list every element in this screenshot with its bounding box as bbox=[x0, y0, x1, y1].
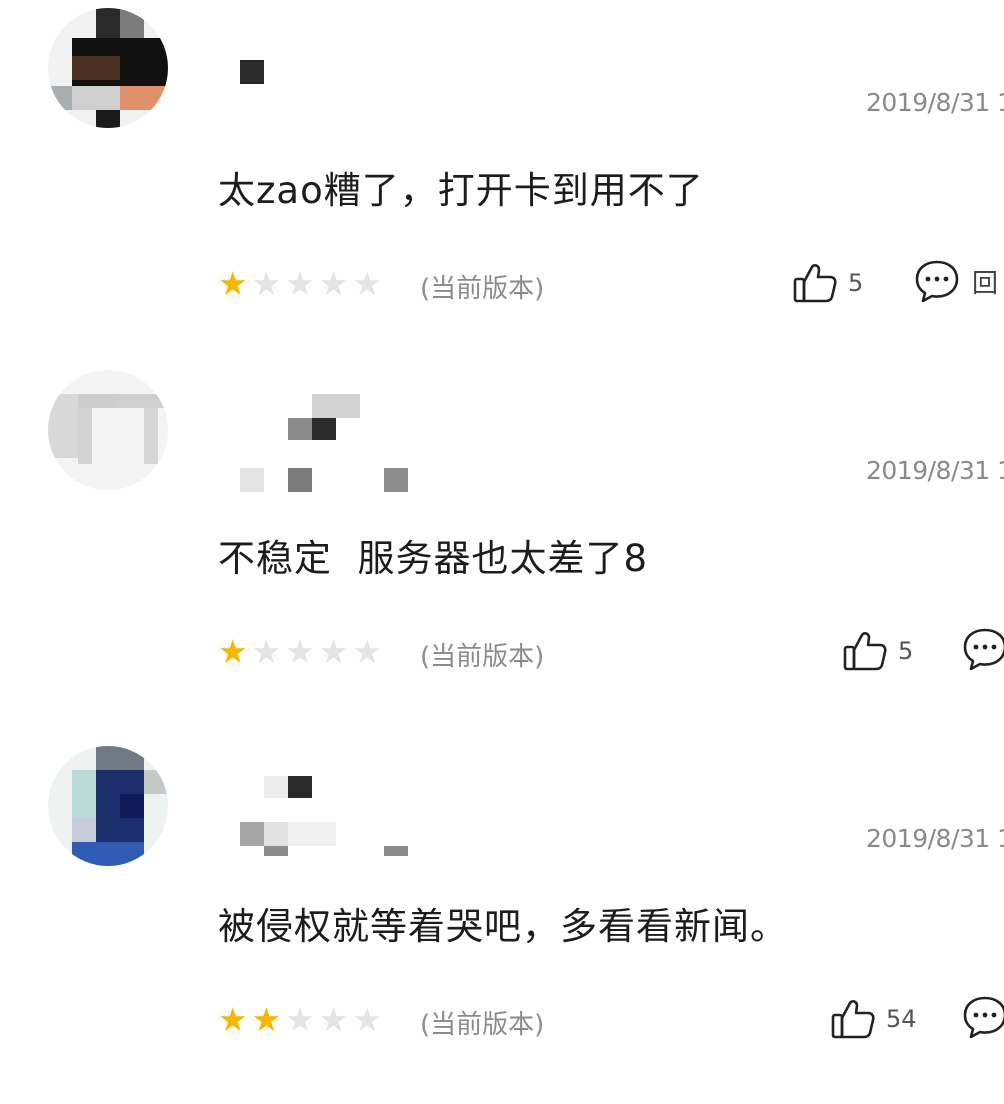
speech-bubble-icon bbox=[963, 628, 1004, 671]
review-date: 2019/8/31 13: bbox=[866, 456, 1004, 485]
star-icon: ★ bbox=[352, 1000, 382, 1039]
review-text: 被侵权就等着哭吧，多看看新闻。 bbox=[218, 905, 788, 948]
user-avatar[interactable] bbox=[48, 8, 168, 128]
star-icon: ★ bbox=[218, 264, 248, 303]
review-text: 太zao糟了，打开卡到用不了 bbox=[218, 169, 704, 212]
version-label: (当前版本) bbox=[420, 1010, 545, 1040]
like-count: 5 bbox=[848, 269, 864, 297]
like-count: 54 bbox=[886, 1005, 917, 1033]
review-date: 2019/8/31 13: bbox=[866, 88, 1004, 117]
username-redacted[interactable] bbox=[230, 766, 430, 876]
star-rating: ★ ★ ★ ★ ★ bbox=[218, 1000, 382, 1040]
speech-bubble-icon bbox=[915, 260, 959, 303]
star-icon: ★ bbox=[285, 1000, 315, 1039]
star-icon: ★ bbox=[251, 264, 282, 303]
like-button[interactable]: 5 bbox=[792, 260, 863, 306]
star-rating: ★ ★ ★ ★ ★ bbox=[218, 632, 382, 672]
reply-button[interactable] bbox=[962, 994, 1004, 1040]
thumbs-up-icon bbox=[831, 1000, 875, 1039]
like-button[interactable]: 54 bbox=[830, 996, 917, 1042]
like-button[interactable]: 5 bbox=[842, 628, 913, 674]
version-label: (当前版本) bbox=[420, 274, 545, 304]
reply-button[interactable] bbox=[962, 626, 1004, 672]
thumbs-up-icon bbox=[793, 264, 837, 303]
thumbs-up-icon bbox=[843, 632, 887, 671]
username-redacted[interactable] bbox=[230, 30, 430, 140]
speech-bubble-icon bbox=[963, 996, 1004, 1039]
star-icon: ★ bbox=[352, 632, 382, 671]
review-text: 不稳定 服务器也太差了8 bbox=[218, 537, 649, 580]
star-icon: ★ bbox=[251, 1000, 282, 1039]
review-item: 2019/8/31 13: 被侵权就等着哭吧，多看看新闻。 ★ ★ ★ ★ ★ … bbox=[0, 736, 1004, 1104]
user-avatar[interactable] bbox=[48, 746, 168, 866]
reply-button[interactable]: 回 bbox=[914, 258, 998, 304]
star-rating: ★ ★ ★ ★ ★ bbox=[218, 264, 382, 304]
star-icon: ★ bbox=[285, 264, 315, 303]
reply-label: 回 bbox=[972, 268, 999, 299]
review-item: 2019/8/31 13: 不稳定 服务器也太差了8 ★ ★ ★ ★ ★ (当前… bbox=[0, 368, 1004, 736]
review-item: 2019/8/31 13: 太zao糟了，打开卡到用不了 ★ ★ ★ ★ ★ (… bbox=[0, 0, 1004, 368]
version-label: (当前版本) bbox=[420, 642, 545, 672]
like-count: 5 bbox=[898, 637, 914, 665]
star-icon: ★ bbox=[285, 632, 315, 671]
user-avatar[interactable] bbox=[48, 370, 168, 490]
star-icon: ★ bbox=[218, 1000, 248, 1039]
review-date: 2019/8/31 13: bbox=[866, 824, 1004, 853]
star-icon: ★ bbox=[318, 632, 349, 671]
star-icon: ★ bbox=[218, 632, 248, 671]
star-icon: ★ bbox=[251, 632, 282, 671]
star-icon: ★ bbox=[318, 264, 349, 303]
username-redacted[interactable] bbox=[230, 394, 430, 508]
star-icon: ★ bbox=[352, 264, 382, 303]
star-icon: ★ bbox=[318, 1000, 349, 1039]
